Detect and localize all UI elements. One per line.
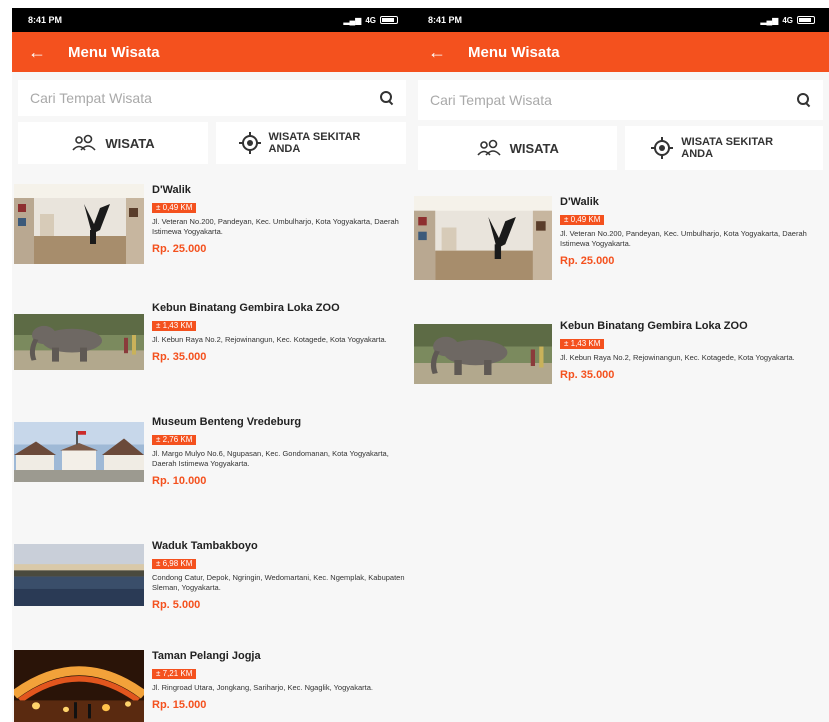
place-name: D'Walik bbox=[560, 196, 599, 208]
battery-icon bbox=[797, 16, 815, 24]
app-bar: ← Menu Wisata bbox=[12, 32, 412, 72]
status-indicators: ▂▄▆ 4G bbox=[760, 16, 815, 25]
signal-icon: ▂▄▆ bbox=[343, 15, 362, 25]
list-item[interactable]: Taman Pelangi Jogja ± 7,21 KM Jl. Ringro… bbox=[12, 644, 412, 722]
list-item[interactable]: Kebun Binatang Gembira Loka ZOO ± 1,43 K… bbox=[412, 314, 829, 414]
status-bar: 8:41 PM ▂▄▆ 4G bbox=[12, 8, 412, 32]
wisata-button-label: WISATA bbox=[105, 135, 155, 151]
search-bar bbox=[418, 80, 823, 120]
place-info: Taman Pelangi Jogja ± 7,21 KM Jl. Ringro… bbox=[152, 650, 408, 722]
wisata-sekitar-button[interactable]: WISATA SEKITAR ANDA bbox=[216, 122, 406, 164]
status-indicators: ▂▄▆ 4G bbox=[343, 16, 398, 25]
wisata-sekitar-label-line1: WISATA SEKITAR bbox=[681, 136, 774, 148]
category-buttons: WISATA WISATA SEKITAR ANDA bbox=[418, 126, 823, 170]
status-time: 8:41 PM bbox=[428, 15, 463, 25]
status-time: 8:41 PM bbox=[28, 15, 63, 25]
place-price: Rp. 35.000 bbox=[560, 369, 615, 381]
place-price: Rp. 25.000 bbox=[560, 255, 615, 267]
list-item[interactable]: Museum Benteng Vredeburg ± 2,76 KM Jl. M… bbox=[12, 410, 412, 534]
search-icon[interactable] bbox=[380, 91, 394, 106]
place-address: Jl. Kebun Raya No.2, Rejowinangun, Kec. … bbox=[560, 353, 795, 362]
place-photo bbox=[414, 324, 552, 384]
place-photo bbox=[14, 184, 144, 264]
place-info: Waduk Tambakboyo ± 6,98 KM Condong Catur… bbox=[152, 540, 408, 644]
location-target-icon bbox=[238, 132, 261, 154]
search-input[interactable] bbox=[30, 90, 330, 106]
place-name: Waduk Tambakboyo bbox=[152, 540, 258, 552]
place-info: Museum Benteng Vredeburg ± 2,76 KM Jl. M… bbox=[152, 416, 408, 534]
place-info: D'Walik ± 0,49 KM Jl. Veteran No.200, Pa… bbox=[152, 184, 408, 296]
distance-badge: ± 0,49 KM bbox=[560, 215, 605, 225]
battery-icon bbox=[380, 16, 398, 24]
location-target-icon bbox=[651, 137, 674, 159]
place-address: Jl. Ringroad Utara, Jongkang, Sariharjo,… bbox=[152, 683, 373, 692]
arrow-left-icon[interactable]: ← bbox=[28, 43, 68, 61]
list-item[interactable]: Waduk Tambakboyo ± 6,98 KM Condong Catur… bbox=[12, 534, 412, 644]
search-input[interactable] bbox=[430, 92, 730, 108]
search-icon[interactable] bbox=[797, 93, 811, 108]
signal-icon: ▂▄▆ bbox=[760, 15, 779, 25]
place-photo bbox=[14, 544, 144, 606]
network-label: 4G bbox=[365, 15, 376, 25]
place-address: Condong Catur, Depok, Ngringin, Wedomart… bbox=[152, 573, 405, 592]
place-photo bbox=[414, 196, 552, 280]
wisata-sekitar-label-line2: ANDA bbox=[268, 143, 301, 155]
place-info: Kebun Binatang Gembira Loka ZOO ± 1,43 K… bbox=[152, 302, 408, 410]
wisata-sekitar-label: WISATA SEKITAR ANDA bbox=[269, 131, 384, 155]
list-item[interactable]: D'Walik ± 0,49 KM Jl. Veteran No.200, Pa… bbox=[412, 190, 829, 314]
place-price: Rp. 25.000 bbox=[152, 243, 207, 255]
place-info: D'Walik ± 0,49 KM Jl. Veteran No.200, Pa… bbox=[560, 196, 825, 314]
status-bar: 8:41 PM ▂▄▆ 4G bbox=[412, 8, 829, 32]
distance-badge: ± 6,98 KM bbox=[152, 559, 197, 569]
map-people-icon bbox=[71, 134, 97, 152]
place-photo bbox=[14, 314, 144, 370]
list-item[interactable]: D'Walik ± 0,49 KM Jl. Veteran No.200, Pa… bbox=[12, 178, 412, 296]
place-price: Rp. 5.000 bbox=[152, 599, 201, 611]
wisata-button-label: WISATA bbox=[509, 140, 559, 156]
place-name: D'Walik bbox=[152, 184, 191, 196]
wisata-button[interactable]: WISATA bbox=[18, 122, 208, 164]
wisata-sekitar-label-line1: WISATA SEKITAR bbox=[268, 131, 361, 143]
place-list: D'Walik ± 0,49 KM Jl. Veteran No.200, Pa… bbox=[412, 190, 829, 414]
distance-badge: ± 2,76 KM bbox=[152, 435, 197, 445]
place-price: Rp. 15.000 bbox=[152, 699, 207, 711]
place-address: Jl. Margo Mulyo No.6, Ngupasan, Kec. Gon… bbox=[152, 449, 389, 468]
network-label: 4G bbox=[782, 15, 793, 25]
arrow-left-icon[interactable]: ← bbox=[428, 43, 468, 61]
distance-badge: ± 1,43 KM bbox=[560, 339, 605, 349]
category-buttons: WISATA WISATA SEKITAR ANDA bbox=[18, 122, 406, 164]
place-name: Kebun Binatang Gembira Loka ZOO bbox=[560, 320, 748, 332]
place-address: Jl. Veteran No.200, Pandeyan, Kec. Umbul… bbox=[560, 229, 807, 248]
place-price: Rp. 35.000 bbox=[152, 351, 207, 363]
app-bar: ← Menu Wisata bbox=[412, 32, 829, 72]
place-photo bbox=[14, 422, 144, 482]
place-photo bbox=[14, 650, 144, 722]
list-item[interactable]: Kebun Binatang Gembira Loka ZOO ± 1,43 K… bbox=[12, 296, 412, 410]
place-address: Jl. Kebun Raya No.2, Rejowinangun, Kec. … bbox=[152, 335, 387, 344]
page-title: Menu Wisata bbox=[468, 43, 560, 61]
place-info: Kebun Binatang Gembira Loka ZOO ± 1,43 K… bbox=[560, 320, 825, 414]
phone-screen-right: 8:41 PM ▂▄▆ 4G ← Menu Wisata WISATA WISA… bbox=[412, 8, 829, 722]
distance-badge: ± 1,43 KM bbox=[152, 321, 197, 331]
wisata-sekitar-label: WISATA SEKITAR ANDA bbox=[681, 136, 796, 160]
place-name: Kebun Binatang Gembira Loka ZOO bbox=[152, 302, 340, 314]
map-people-icon bbox=[476, 139, 502, 157]
wisata-sekitar-label-line2: ANDA bbox=[681, 148, 714, 160]
place-name: Museum Benteng Vredeburg bbox=[152, 416, 302, 428]
place-name: Taman Pelangi Jogja bbox=[152, 650, 261, 662]
wisata-sekitar-button[interactable]: WISATA SEKITAR ANDA bbox=[624, 126, 823, 170]
page-title: Menu Wisata bbox=[68, 43, 160, 61]
distance-badge: ± 0,49 KM bbox=[152, 203, 197, 213]
distance-badge: ± 7,21 KM bbox=[152, 669, 197, 679]
place-list: D'Walik ± 0,49 KM Jl. Veteran No.200, Pa… bbox=[12, 178, 412, 722]
search-bar bbox=[18, 80, 406, 116]
place-address: Jl. Veteran No.200, Pandeyan, Kec. Umbul… bbox=[152, 217, 399, 236]
wisata-button[interactable]: WISATA bbox=[418, 126, 617, 170]
place-price: Rp. 10.000 bbox=[152, 475, 207, 487]
phone-screen-left: 8:41 PM ▂▄▆ 4G ← Menu Wisata WISATA WISA… bbox=[12, 8, 412, 722]
